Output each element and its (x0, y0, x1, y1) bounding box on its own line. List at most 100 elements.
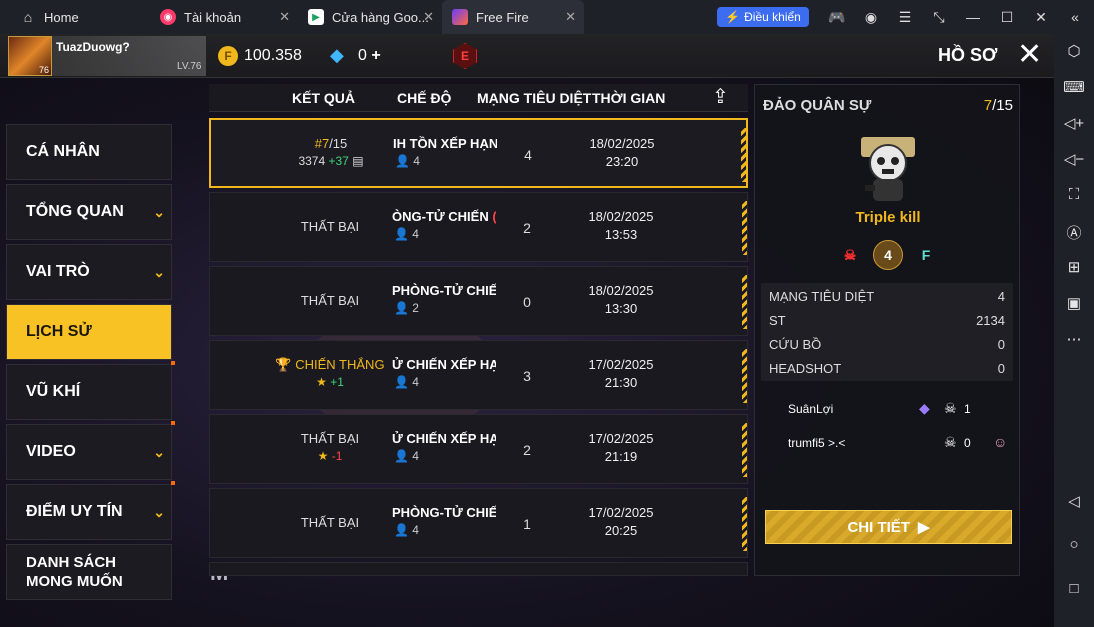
browser-tab-bar: ⌂ Home ◉ Tài khoản ✕ ▶ Cửa hàng Goo... ✕… (0, 0, 1094, 34)
macro-icon[interactable]: Ⓐ (1054, 222, 1094, 243)
add-diamond-icon[interactable]: + (371, 47, 380, 64)
multi-instance-icon[interactable]: ⊞ (1054, 258, 1094, 276)
column-header-kills: MẠNG TIÊU DIỆT (477, 90, 592, 106)
apk-icon[interactable]: ▣ (1054, 294, 1094, 312)
chevron-down-icon: ⌄ (153, 444, 165, 460)
match-row[interactable]: THẤT BẠI ★ -1 Ử CHIẾN XẾP HẠN 👤 4 2 17/0… (209, 414, 748, 484)
home-circle-icon[interactable]: ○ (1054, 536, 1094, 553)
volume-down-icon[interactable]: ◁− (1054, 150, 1094, 168)
notification-dot (171, 421, 175, 425)
column-header-result: KẾT QUẢ (292, 90, 355, 106)
menu-item-overview[interactable]: TỔNG QUAN ⌄ (6, 184, 172, 240)
match-row[interactable] (209, 562, 748, 576)
match-row[interactable]: THẤT BẠI PHÒNG-TỬ CHIẾN 👤 2 0 18/02/2025… (209, 266, 748, 336)
fullscreen-exit-icon[interactable]: ⤡ (922, 9, 956, 26)
screenshot-icon[interactable]: ⛶ (1054, 186, 1094, 203)
diamond-icon: ◆ (330, 45, 344, 65)
tab-account[interactable]: ◉ Tài khoản ✕ (150, 0, 298, 34)
star-icon: ★ (317, 449, 329, 463)
app-icon: ◉ (160, 9, 176, 25)
minimize-icon[interactable]: — (956, 9, 990, 25)
details-button[interactable]: CHI TIẾT ▶ (765, 510, 1012, 544)
menu-item-label: VIDEO (26, 443, 76, 460)
match-mode: Ử CHIẾN XẾP HẠN (392, 357, 496, 372)
stat-value: 4 (997, 289, 1005, 304)
free-fire-icon (452, 9, 468, 25)
tab-play-store[interactable]: ▶ Cửa hàng Goo... ✕ (298, 0, 442, 34)
menu-item-role[interactable]: VAI TRÒ ⌄ (6, 244, 172, 300)
close-icon[interactable]: ✕ (1017, 40, 1042, 70)
settings-icon[interactable]: ⬡ (1054, 42, 1094, 60)
menu-item-video[interactable]: VIDEO ⌄ (6, 421, 175, 480)
person-icon: 👤 (394, 301, 409, 315)
match-rank: #7/15 (271, 136, 391, 151)
match-result: THẤT BẠI (300, 293, 360, 308)
match-date: 18/02/2025 (589, 136, 655, 151)
game-viewport: 76 TuazDuowg? LV.76 F 100.358 ◆ 0 + E HỒ… (0, 34, 1054, 627)
match-time: 20:25 (604, 523, 638, 538)
score-value: 3374 (298, 154, 326, 168)
match-row[interactable]: 🏆 CHIẾN THẮNG ★ +1 Ử CHIẾN XẾP HẠN 👤 4 3… (209, 340, 748, 410)
elite-pass-icon[interactable]: E (453, 43, 477, 69)
close-icon[interactable]: ✕ (565, 9, 576, 25)
person-icon: 👤 (394, 523, 409, 537)
match-players: 👤 4 (395, 154, 420, 168)
share-icon[interactable]: ⇪ (712, 84, 729, 109)
close-window-icon[interactable]: ✕ (1024, 9, 1058, 26)
control-button[interactable]: ⚡ Điều khiển (717, 7, 809, 27)
keyboard-icon[interactable]: ⌨ (1054, 78, 1094, 96)
match-row[interactable]: THẤT BẠI ÒNG-TỬ CHIẾN (Đ 👤 4 2 18/02/202… (209, 192, 748, 262)
stat-value: 2134 (976, 313, 1005, 328)
collapse-sidebar-icon[interactable]: « (1058, 9, 1092, 25)
menu-icon[interactable]: ☰ (888, 9, 922, 26)
mode-tag: (Đ (492, 209, 496, 224)
match-stats: MẠNG TIÊU DIỆT 4 ST 2134 CỨU BỒ 0 HEADSHOT 0 (761, 283, 1013, 381)
close-icon[interactable]: ✕ (279, 9, 290, 25)
recents-icon[interactable]: □ (1054, 580, 1094, 597)
match-mode: PHÒNG-TỬ CHIẾN (392, 283, 496, 298)
gamepad-icon[interactable]: 🎮 (820, 9, 854, 26)
menu-item-weapons[interactable]: VŨ KHÍ (6, 361, 175, 420)
stat-row: MẠNG TIÊU DIỆT 4 (769, 289, 1005, 304)
menu-item-reputation[interactable]: ĐIỂM UY TÍN ⌄ (6, 481, 175, 540)
details-button-label: CHI TIẾT (847, 518, 910, 536)
volume-up-icon[interactable]: ◁+ (1054, 114, 1094, 132)
maximize-icon[interactable]: ☐ (990, 9, 1024, 26)
player-count: 4 (412, 375, 419, 389)
play-arrow-icon: ▶ (917, 519, 930, 536)
match-kills: 2 (523, 220, 531, 236)
kill-count-icon: ☠ (944, 400, 957, 416)
control-button-label: Điều khiển (744, 10, 801, 24)
row-stripe (742, 275, 747, 329)
match-row[interactable]: THẤT BẠI PHÒNG-TỬ CHIẾN 👤 4 1 17/02/2025… (209, 488, 748, 558)
player-count: 4 (412, 449, 419, 463)
menu-item-wishlist[interactable]: DANH SÁCH MONG MUỐN (6, 544, 172, 600)
stat-label: CỨU BỒ (769, 337, 822, 352)
letter-badge-icon: F (911, 240, 941, 270)
match-row[interactable]: #7/15 3374 +37 ▤ IH TỒN XẾP HẠNG 👤 4 4 1… (209, 118, 748, 188)
back-icon[interactable]: ◁ (1054, 492, 1094, 510)
match-date: 18/02/2025 (588, 209, 654, 224)
diamond-count: 0 (358, 47, 367, 64)
close-icon[interactable]: ✕ (423, 9, 434, 25)
tab-home[interactable]: ⌂ Home (0, 0, 150, 34)
page-title: HỒ SƠ (938, 45, 998, 65)
match-time: 21:30 (604, 375, 638, 390)
teammate-kills: 0 (964, 436, 971, 450)
menu-item-personal[interactable]: CÁ NHÂN (6, 124, 172, 180)
menu-item-history[interactable]: LỊCH SỬ (6, 304, 172, 360)
tab-free-fire[interactable]: Free Fire ✕ (442, 0, 584, 34)
coin-icon: F (218, 46, 238, 66)
match-kills: 3 (523, 368, 531, 384)
avatar[interactable]: 76 (8, 36, 52, 76)
match-date: 17/02/2025 (588, 431, 654, 446)
account-icon[interactable]: ◉ (854, 9, 888, 26)
profile-header: 76 TuazDuowg? LV.76 F 100.358 ◆ 0 + E HỒ… (0, 34, 1054, 78)
more-icon[interactable]: ⋯ (1054, 330, 1094, 348)
mode-name: ÒNG-TỬ CHIẾN (392, 209, 489, 224)
number-badge-icon: 4 (873, 240, 903, 270)
map-name: ĐẢO QUÂN SỰ (763, 97, 872, 114)
kill-count-icon: ☠ (944, 434, 957, 450)
stat-label: ST (769, 313, 786, 328)
column-header-mode: CHẾ ĐỘ (397, 90, 452, 106)
